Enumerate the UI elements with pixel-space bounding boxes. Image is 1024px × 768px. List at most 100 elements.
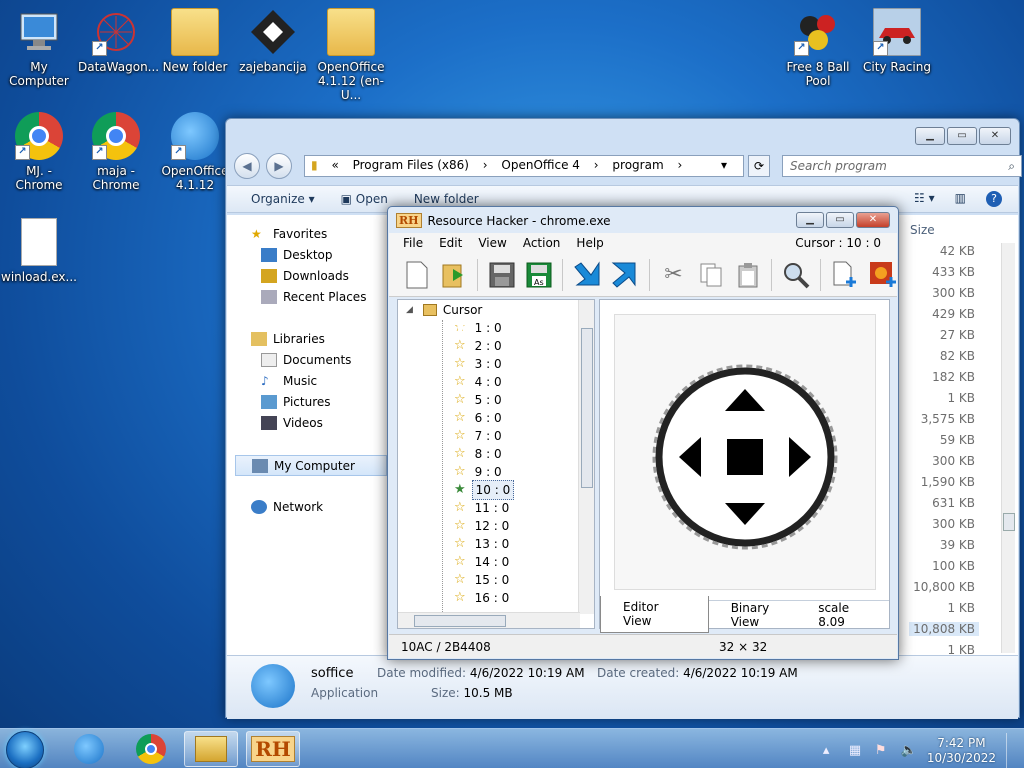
title-bar[interactable]: RH Resource Hacker - chrome.exe [396, 213, 611, 228]
preview-pane-icon[interactable]: ▥ [955, 191, 966, 207]
nav-documents[interactable]: Documents [261, 353, 351, 367]
menu-view[interactable]: View [478, 236, 506, 250]
tree-node-cursor[interactable]: ◢ Cursor [406, 301, 482, 319]
nav-network[interactable]: Network [251, 500, 323, 514]
add-resource-icon[interactable] [831, 260, 859, 290]
tree-item[interactable]: ☆ 16 : 0 [454, 589, 512, 607]
open-button[interactable]: ▣ Open [341, 192, 388, 206]
desktop-icon-mj-chrome[interactable]: ↗ MJ. - Chrome [1, 112, 77, 192]
nav-recent-places[interactable]: Recent Places [261, 290, 366, 304]
nav-libraries[interactable]: Libraries [251, 332, 325, 346]
run-script-icon[interactable] [611, 260, 639, 290]
breadcrumb-program-files[interactable]: Program Files (x86) [353, 158, 469, 172]
desktop-icon-new-folder[interactable]: New folder [157, 8, 233, 74]
compile-icon[interactable] [573, 260, 601, 290]
volume-icon[interactable]: 🔈 [901, 743, 917, 759]
column-header-size[interactable]: Size [910, 223, 935, 237]
action-center-icon[interactable]: ⚑ [875, 743, 891, 759]
maximize-button[interactable]: ▭ [947, 127, 977, 145]
nav-downloads[interactable]: Downloads [261, 269, 349, 283]
network-icon[interactable]: ▦ [849, 743, 865, 759]
tree-horizontal-scrollbar[interactable] [398, 612, 580, 628]
tab-binary-view[interactable]: Binary View [709, 597, 819, 633]
desktop-icon-datawagon[interactable]: ↗ DataWagon... [78, 8, 159, 74]
back-button[interactable]: ◀ [234, 153, 260, 179]
resource-tree[interactable]: ◢ Cursor ☆ 1 : 0 ☆ 2 : 0 ☆ 3 : 0 ☆ 4 : 0 ☆ 5 … [397, 299, 595, 629]
taskbar-resource-hacker[interactable]: RH [246, 731, 300, 767]
nav-desktop[interactable]: Desktop [261, 248, 333, 262]
scrollbar-thumb[interactable] [414, 615, 506, 627]
collapse-icon[interactable]: ◢ [406, 301, 413, 319]
desktop-icon-winload[interactable]: winload.ex... [1, 218, 77, 284]
help-icon[interactable]: ? [986, 191, 1002, 207]
desktop-icon-8-ball-pool[interactable]: ↗ Free 8 Ball Pool [780, 8, 856, 88]
organize-button[interactable]: Organize ▾ [251, 192, 315, 206]
cut-icon[interactable]: ✂ [660, 260, 687, 290]
breadcrumb-separator[interactable]: › [594, 158, 599, 172]
desktop-icon-my-computer[interactable]: My Computer [1, 8, 77, 88]
nav-my-computer[interactable]: My Computer [235, 455, 387, 476]
menu-help[interactable]: Help [576, 236, 603, 250]
tree-item[interactable]: ☆ 11 : 0 [454, 499, 512, 517]
minimize-button[interactable]: ▁ [796, 212, 824, 228]
breadcrumb-separator[interactable]: › [677, 158, 682, 172]
tree-item[interactable]: ☆ 15 : 0 [454, 571, 512, 589]
scrollbar-thumb[interactable] [581, 328, 593, 488]
menu-file[interactable]: File [403, 236, 423, 250]
tree-item[interactable]: ☆ 12 : 0 [454, 517, 512, 535]
nav-videos[interactable]: Videos [261, 416, 323, 430]
nav-music[interactable]: ♪ Music [261, 374, 317, 388]
tree-item[interactable]: ☆ 13 : 0 [454, 535, 512, 553]
menu-action[interactable]: Action [523, 236, 561, 250]
tree-item[interactable]: ☆ 8 : 0 [454, 445, 505, 463]
tree-item[interactable]: ☆ 2 : 0 [454, 337, 505, 355]
vertical-scrollbar[interactable] [1001, 243, 1015, 653]
scrollbar-thumb[interactable] [1003, 513, 1015, 531]
tree-item[interactable]: ☆ 4 : 0 [454, 373, 505, 391]
maximize-button[interactable]: ▭ [826, 212, 854, 228]
add-image-icon[interactable] [869, 260, 897, 290]
start-button[interactable] [6, 731, 44, 768]
breadcrumb-program[interactable]: program [612, 158, 663, 172]
tree-item[interactable]: ☆ 5 : 0 [454, 391, 505, 409]
taskbar-openoffice[interactable] [62, 731, 116, 767]
close-button[interactable]: ✕ [856, 212, 890, 228]
chevron-down-icon[interactable]: ▾ [721, 158, 727, 172]
minimize-button[interactable]: ▁ [915, 127, 945, 145]
nav-favorites[interactable]: ★ Favorites [251, 227, 327, 241]
nav-pictures[interactable]: Pictures [261, 395, 331, 409]
clock[interactable]: 7:42 PM 10/30/2022 [927, 736, 996, 766]
desktop-icon-openoffice-folder[interactable]: OpenOffice 4.1.12 (en-U... [313, 8, 389, 102]
show-hidden-icons-icon[interactable]: ▴ [823, 743, 839, 759]
breadcrumb-openoffice[interactable]: OpenOffice 4 [501, 158, 580, 172]
desktop-icon-city-racing[interactable]: ↗ City Racing [859, 7, 935, 74]
desktop-icon-zajebancija[interactable]: zajebancija [235, 8, 311, 74]
search-input[interactable]: Search program ⌕ [782, 155, 1022, 177]
tree-item[interactable]: ☆ 7 : 0 [454, 427, 505, 445]
tree-item[interactable]: ☆ 3 : 0 [454, 355, 505, 373]
tree-item[interactable]: ☆ 9 : 0 [454, 463, 505, 481]
tree-item[interactable]: ☆ 14 : 0 [454, 553, 512, 571]
view-options-icon[interactable]: ☷ ▾ [914, 191, 935, 207]
address-bar[interactable]: ▮ « Program Files (x86) › OpenOffice 4 ›… [304, 155, 744, 177]
breadcrumb-separator[interactable]: › [483, 158, 488, 172]
save-icon[interactable] [488, 260, 515, 290]
open-file-icon[interactable] [440, 260, 467, 290]
find-icon[interactable] [782, 260, 810, 290]
close-button[interactable]: ✕ [979, 127, 1011, 145]
menu-edit[interactable]: Edit [439, 236, 462, 250]
tree-item[interactable]: ☆ 6 : 0 [454, 409, 505, 427]
forward-button[interactable]: ▶ [266, 153, 292, 179]
breadcrumb-overflow[interactable]: « [331, 158, 338, 172]
desktop-icon-maja-chrome[interactable]: ↗ maja - Chrome [78, 112, 154, 192]
taskbar-chrome[interactable] [124, 731, 178, 767]
taskbar-explorer[interactable] [184, 731, 238, 767]
tree-item-selected[interactable]: ★ 10 : 0 [454, 480, 515, 500]
tree-vertical-scrollbar[interactable] [578, 300, 594, 614]
paste-icon[interactable] [734, 260, 761, 290]
show-desktop-button[interactable] [1006, 733, 1016, 768]
copy-icon[interactable] [697, 260, 724, 290]
desktop-icon-openoffice[interactable]: ↗ OpenOffice 4.1.12 [157, 112, 233, 192]
new-file-icon[interactable] [403, 260, 430, 290]
refresh-button[interactable]: ⟳ [748, 155, 770, 177]
